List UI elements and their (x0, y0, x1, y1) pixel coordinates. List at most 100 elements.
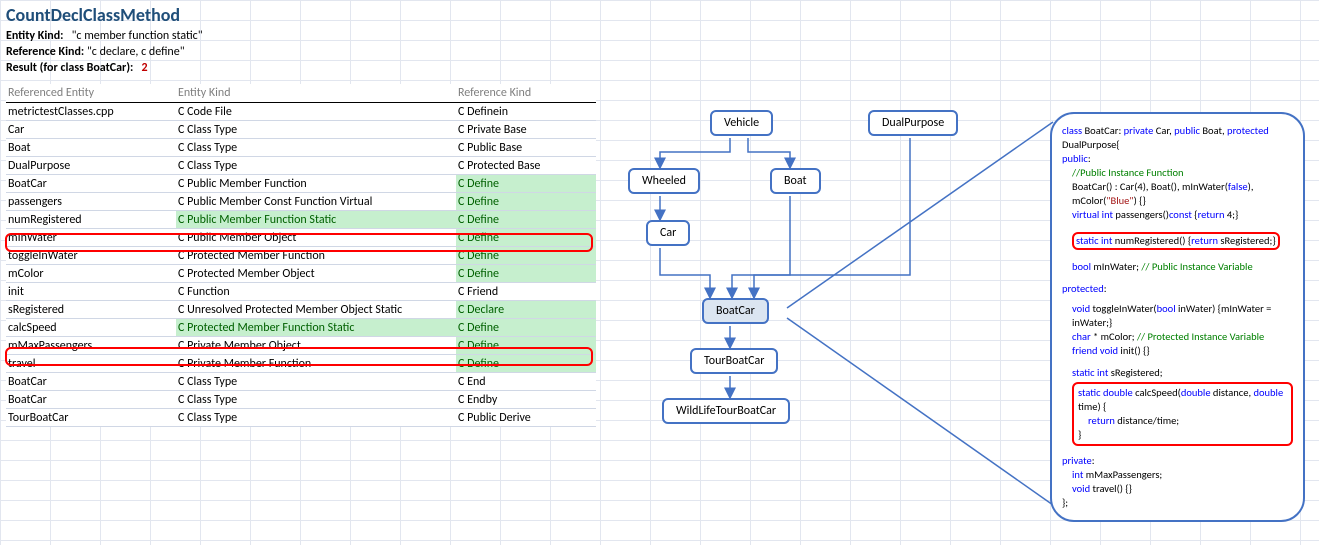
class-diagram: Vehicle DualPurpose Wheeled Boat Car Boa… (600, 100, 1050, 500)
table-row[interactable]: numRegisteredC Public Member Function St… (6, 211, 596, 229)
cell-entity[interactable]: mColor (6, 265, 176, 283)
node-tourboatcar[interactable]: TourBoatCar (690, 348, 778, 374)
table-row[interactable]: passengersC Public Member Const Function… (6, 193, 596, 211)
meta-result: Result (for class BoatCar): 2 (6, 60, 1313, 76)
meta-result-value: 2 (142, 61, 148, 75)
table-row[interactable]: travelC Private Member FunctionC Define (6, 355, 596, 373)
cell-entity[interactable]: BoatCar (6, 373, 176, 391)
cell-entity[interactable]: BoatCar (6, 391, 176, 409)
cell-entity[interactable]: BoatCar (6, 175, 176, 193)
col-header-kind[interactable]: Entity Kind (176, 84, 456, 103)
cell-kind[interactable]: C Protected Member Object (176, 265, 456, 283)
cell-entity[interactable]: mInWater (6, 229, 176, 247)
node-boat[interactable]: Boat (770, 168, 821, 194)
col-header-ref[interactable]: Reference Kind (456, 84, 596, 103)
cell-entity[interactable]: numRegistered (6, 211, 176, 229)
table-row[interactable]: CarC Class TypeC Private Base (6, 121, 596, 139)
table-row[interactable]: DualPurposeC Class TypeC Protected Base (6, 157, 596, 175)
node-vehicle[interactable]: Vehicle (710, 110, 773, 136)
meta-entity-kind: Entity Kind: "c member function static" (6, 28, 1313, 44)
cell-entity[interactable]: passengers (6, 193, 176, 211)
cell-ref[interactable]: C Public Base (456, 139, 596, 157)
cell-ref[interactable]: C Define (456, 247, 596, 265)
cell-kind[interactable]: C Class Type (176, 121, 456, 139)
page-title: CountDeclClassMethod (6, 4, 1313, 26)
meta-reference-kind-label: Reference Kind: (6, 45, 84, 59)
cell-entity[interactable]: TourBoatCar (6, 409, 176, 427)
table-row[interactable]: mColorC Protected Member ObjectC Define (6, 265, 596, 283)
table-row[interactable]: mMaxPassengersC Private Member ObjectC D… (6, 337, 596, 355)
cell-kind[interactable]: C Public Member Function (176, 175, 456, 193)
cell-ref[interactable]: C Friend (456, 283, 596, 301)
cell-entity[interactable]: toggleInWater (6, 247, 176, 265)
table-row[interactable]: calcSpeedC Protected Member Function Sta… (6, 319, 596, 337)
cell-ref[interactable]: C Define (456, 211, 596, 229)
col-header-entity[interactable]: Referenced Entity (6, 84, 176, 103)
meta-entity-kind-label: Entity Kind: (6, 29, 63, 43)
cell-entity[interactable]: metrictestClasses.cpp (6, 103, 176, 121)
table-row[interactable]: metrictestClasses.cppC Code FileC Define… (6, 103, 596, 121)
cell-ref[interactable]: C Public Derive (456, 409, 596, 427)
cell-ref[interactable]: C Definein (456, 103, 596, 121)
cell-ref[interactable]: C Define (456, 193, 596, 211)
node-car[interactable]: Car (646, 220, 690, 246)
cell-kind[interactable]: C Class Type (176, 391, 456, 409)
table-row[interactable]: mInWaterC Public Member ObjectC Define (6, 229, 596, 247)
table-row[interactable]: BoatC Class TypeC Public Base (6, 139, 596, 157)
cell-ref[interactable]: C Define (456, 229, 596, 247)
code-redbox-numregistered: static int numRegistered() {return sRegi… (1072, 232, 1280, 250)
cell-kind[interactable]: C Protected Member Function (176, 247, 456, 265)
table-row[interactable]: initC FunctionC Friend (6, 283, 596, 301)
meta-reference-kind: Reference Kind: "c declare, c define" (6, 44, 1313, 60)
cell-kind[interactable]: C Code File (176, 103, 456, 121)
cell-entity[interactable]: init (6, 283, 176, 301)
cell-ref[interactable]: C Declare (456, 301, 596, 319)
table-row[interactable]: TourBoatCarC Class TypeC Public Derive (6, 409, 596, 427)
cell-kind[interactable]: C Unresolved Protected Member Object Sta… (176, 301, 456, 319)
node-wildlife[interactable]: WildLifeTourBoatCar (662, 398, 790, 424)
node-wheeled[interactable]: Wheeled (628, 168, 700, 194)
kw-class: class (1062, 124, 1082, 137)
meta-result-label: Result (for class BoatCar): (6, 61, 133, 75)
cell-ref[interactable]: C End (456, 373, 596, 391)
cell-entity[interactable]: Boat (6, 139, 176, 157)
cell-kind[interactable]: C Public Member Object (176, 229, 456, 247)
table-row[interactable]: toggleInWaterC Protected Member Function… (6, 247, 596, 265)
cell-ref[interactable]: C Private Base (456, 121, 596, 139)
cell-kind[interactable]: C Public Member Const Function Virtual (176, 193, 456, 211)
cell-entity[interactable]: travel (6, 355, 176, 373)
cell-kind[interactable]: C Function (176, 283, 456, 301)
entity-table: Referenced Entity Entity Kind Reference … (6, 84, 596, 427)
table-row[interactable]: BoatCarC Public Member FunctionC Define (6, 175, 596, 193)
cell-ref[interactable]: C Protected Base (456, 157, 596, 175)
cell-kind[interactable]: C Public Member Function Static (176, 211, 456, 229)
meta-entity-kind-value: "c member function static" (72, 29, 203, 43)
cell-kind[interactable]: C Protected Member Function Static (176, 319, 456, 337)
cell-kind[interactable]: C Class Type (176, 373, 456, 391)
cell-entity[interactable]: calcSpeed (6, 319, 176, 337)
cell-kind[interactable]: C Private Member Object (176, 337, 456, 355)
cell-ref[interactable]: C Endby (456, 391, 596, 409)
code-comment: //Public Instance Function (1062, 166, 1293, 180)
cell-ref[interactable]: C Define (456, 355, 596, 373)
cell-kind[interactable]: C Private Member Function (176, 355, 456, 373)
cell-ref[interactable]: C Define (456, 265, 596, 283)
table-row[interactable]: BoatCarC Class TypeC Endby (6, 391, 596, 409)
cell-entity[interactable]: Car (6, 121, 176, 139)
table-row[interactable]: BoatCarC Class TypeC End (6, 373, 596, 391)
cell-kind[interactable]: C Class Type (176, 157, 456, 175)
code-panel: class BoatCar: private Car, public Boat,… (1050, 112, 1305, 522)
cell-entity[interactable]: DualPurpose (6, 157, 176, 175)
cell-kind[interactable]: C Class Type (176, 139, 456, 157)
cell-kind[interactable]: C Class Type (176, 409, 456, 427)
cell-ref[interactable]: C Define (456, 337, 596, 355)
cell-ref[interactable]: C Define (456, 319, 596, 337)
table-row[interactable]: sRegisteredC Unresolved Protected Member… (6, 301, 596, 319)
cell-entity[interactable]: sRegistered (6, 301, 176, 319)
node-dualpurpose[interactable]: DualPurpose (868, 110, 958, 136)
code-redbox-calcspeed: static double calcSpeed(double distance,… (1072, 382, 1293, 446)
node-boatcar[interactable]: BoatCar (702, 298, 769, 324)
cell-entity[interactable]: mMaxPassengers (6, 337, 176, 355)
cell-ref[interactable]: C Define (456, 175, 596, 193)
meta-reference-kind-value: "c declare, c define" (87, 45, 185, 59)
